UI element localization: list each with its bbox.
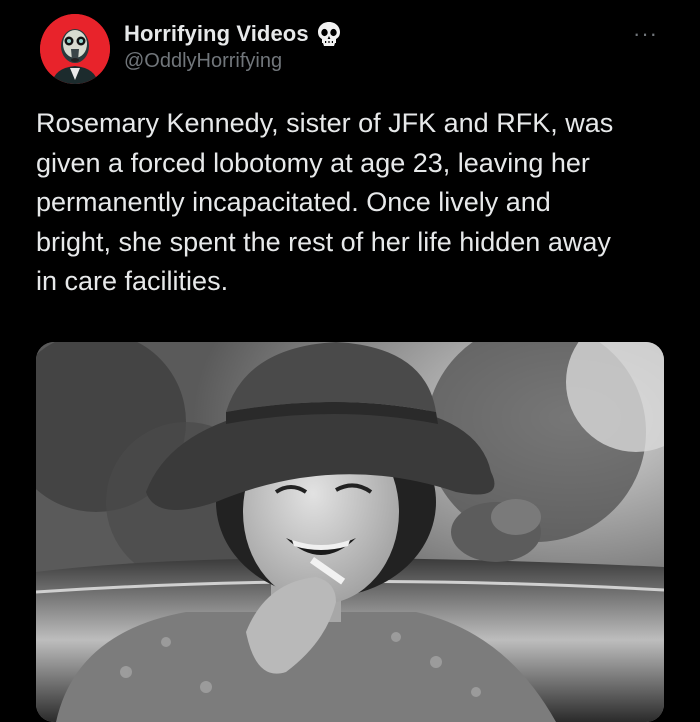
more-options-icon[interactable]: ··· (633, 23, 658, 45)
gas-mask-figure-icon (40, 14, 110, 84)
author-handle[interactable]: @OddlyHorrifying (124, 50, 343, 73)
author-avatar[interactable] (40, 14, 110, 84)
tweet-text: Rosemary Kennedy, sister of JFK and RFK,… (36, 108, 614, 296)
tweet-header: Horrifying Videos @OddlyHorrifying (124, 20, 343, 73)
author-display-name[interactable]: Horrifying Videos (124, 21, 309, 47)
name-row: Horrifying Videos (124, 20, 343, 48)
tweet-media-photo[interactable] (36, 342, 664, 722)
photo-image (36, 342, 664, 722)
skull-icon (315, 20, 343, 48)
